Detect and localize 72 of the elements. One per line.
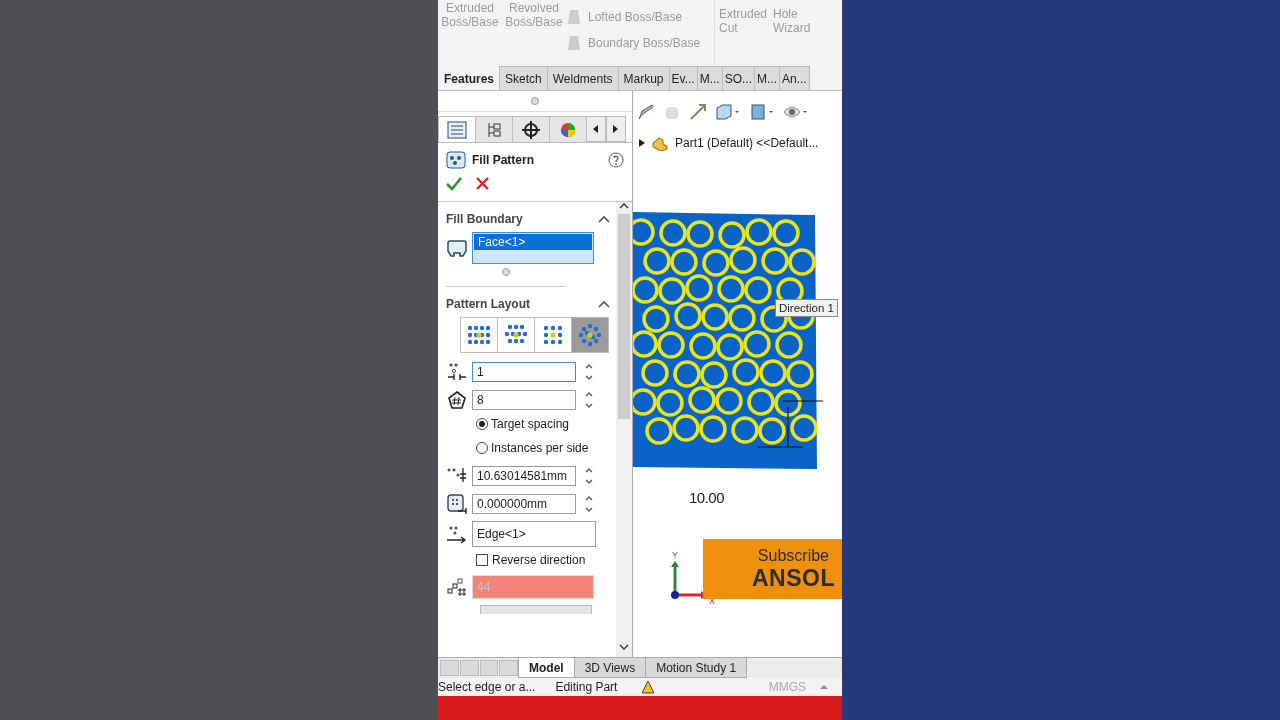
checkbox[interactable] bbox=[476, 554, 488, 566]
layout-option[interactable] bbox=[460, 317, 498, 353]
resize-handle[interactable] bbox=[531, 97, 539, 105]
cube-display-icon[interactable] bbox=[749, 103, 775, 121]
dimension-label: 10.00 bbox=[689, 489, 725, 506]
panel-tab[interactable] bbox=[512, 116, 550, 142]
expand-arrow-icon[interactable] bbox=[639, 139, 645, 147]
tree-icon bbox=[486, 120, 502, 139]
pencil-icon[interactable] bbox=[637, 103, 655, 121]
margin-field[interactable]: 0.000000mm bbox=[472, 494, 576, 514]
fill-pattern-icon bbox=[446, 151, 466, 169]
section-title: Pattern Layout bbox=[446, 297, 530, 311]
polygon-layout-icon bbox=[576, 323, 604, 347]
bottom-tab[interactable]: 3D Views bbox=[573, 658, 647, 678]
spacing-icon bbox=[446, 362, 468, 382]
resize-handle[interactable] bbox=[502, 268, 510, 276]
ribbon-tab[interactable]: Markup bbox=[617, 66, 670, 90]
radio-label[interactable]: Instances per side bbox=[491, 441, 589, 455]
cancel-icon[interactable] bbox=[476, 177, 489, 190]
sides-field[interactable]: 8 bbox=[472, 390, 576, 410]
right-arrow-icon bbox=[613, 125, 619, 133]
spacing-field[interactable]: 1 bbox=[472, 362, 576, 382]
list-icon bbox=[447, 120, 467, 139]
scroll-left-button[interactable] bbox=[586, 116, 606, 142]
margin-icon bbox=[446, 493, 468, 515]
collapse-icon[interactable] bbox=[598, 215, 610, 223]
ribbon-tab[interactable]: M... bbox=[696, 66, 723, 90]
tree-item[interactable]: Part1 (Default) <<Default... bbox=[675, 136, 819, 150]
direction-callout: Direction 1 bbox=[775, 299, 838, 317]
direction-icon bbox=[446, 524, 468, 544]
banner-title: ANSOL bbox=[752, 564, 835, 592]
left-arrow-icon bbox=[593, 125, 599, 133]
scroll-up-icon[interactable] bbox=[619, 202, 629, 210]
panel-title: Fill Pattern bbox=[472, 153, 535, 167]
layout-option[interactable] bbox=[497, 317, 535, 353]
warning-icon bbox=[641, 680, 658, 694]
face-icon bbox=[446, 238, 468, 258]
radio-label[interactable]: Target spacing bbox=[491, 417, 570, 431]
ribbon-tab[interactable]: Weldments bbox=[546, 66, 619, 90]
ribbon-tab[interactable]: Ev... bbox=[668, 66, 698, 90]
color-wheel-icon bbox=[560, 121, 576, 138]
scrollbar-thumb[interactable] bbox=[618, 214, 630, 419]
axis-label: Y bbox=[672, 550, 678, 560]
selected-face[interactable]: Face<1> bbox=[474, 234, 592, 250]
checkbox-label[interactable]: Reverse direction bbox=[492, 553, 586, 567]
banner-text: Subscribe bbox=[757, 546, 829, 565]
instance-spacing-field[interactable]: 10.63014581mm bbox=[472, 466, 576, 486]
bottom-tab[interactable]: Model bbox=[518, 658, 575, 678]
ribbon-tab[interactable]: SO... bbox=[721, 66, 755, 90]
status-mode: Editing Part bbox=[555, 680, 618, 694]
scroll-right-button[interactable] bbox=[606, 116, 626, 142]
collapse-icon[interactable] bbox=[598, 300, 610, 308]
layout-option[interactable] bbox=[571, 317, 609, 353]
ok-icon[interactable] bbox=[446, 177, 462, 191]
square-layout-icon bbox=[465, 323, 493, 347]
layout-option[interactable] bbox=[534, 317, 572, 353]
cube-view-icon[interactable] bbox=[715, 103, 741, 121]
scroll-down-icon[interactable] bbox=[619, 643, 629, 651]
instance-count-icon bbox=[446, 577, 468, 597]
caret-icon[interactable] bbox=[820, 684, 828, 690]
status-message: Select edge or a... bbox=[438, 680, 536, 694]
ribbon-tab[interactable]: M... bbox=[754, 66, 780, 90]
polygon-sides-icon bbox=[446, 390, 468, 410]
direction-field[interactable]: Edge<1> bbox=[472, 521, 596, 547]
crosshair-icon bbox=[522, 120, 540, 139]
help-icon[interactable] bbox=[608, 152, 624, 168]
ribbon-tab[interactable]: An... bbox=[779, 66, 810, 90]
section-title: Fill Boundary bbox=[446, 212, 523, 226]
bottom-tab[interactable]: Motion Study 1 bbox=[645, 658, 748, 678]
part-icon bbox=[651, 135, 669, 151]
selection-list[interactable]: Face<1> bbox=[472, 232, 594, 264]
ribbon-tab[interactable]: Sketch bbox=[499, 66, 548, 90]
